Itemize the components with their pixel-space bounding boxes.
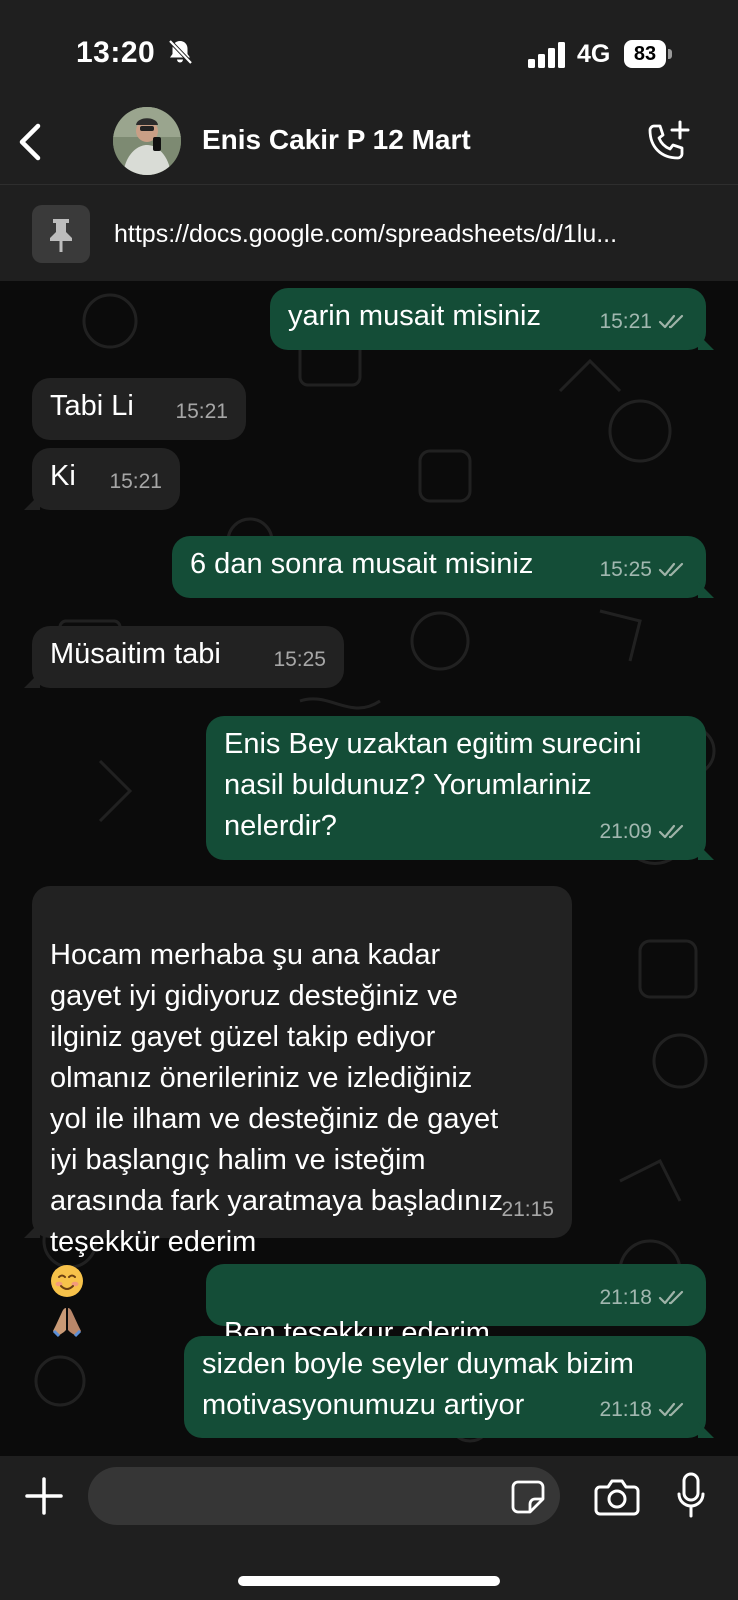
message-text: Ki bbox=[50, 460, 76, 492]
message-text: 6 dan sonra musait misiniz bbox=[190, 548, 534, 580]
read-ticks-icon bbox=[658, 314, 684, 328]
message-time: 15:25 bbox=[599, 558, 652, 581]
chevron-left-icon[interactable] bbox=[16, 122, 46, 162]
camera-icon[interactable] bbox=[594, 1478, 640, 1516]
message-bubble-incoming[interactable]: Ki 15:21 bbox=[24, 448, 180, 510]
message-bubble-incoming[interactable]: Müsaitim tabi 15:25 bbox=[24, 626, 344, 688]
message-meta: 21:15 bbox=[501, 1189, 554, 1230]
message-meta: 21:09 bbox=[599, 811, 688, 852]
network-type: 4G bbox=[577, 40, 611, 68]
microphone-icon[interactable] bbox=[676, 1472, 706, 1518]
message-text: yarin musait misiniz bbox=[288, 300, 541, 332]
message-time: 21:09 bbox=[599, 820, 652, 843]
message-bubble-outgoing[interactable]: yarin musait misiniz 15:21 bbox=[270, 288, 714, 350]
message-meta: 15:25 bbox=[599, 549, 688, 590]
silent-bell-icon bbox=[168, 39, 193, 65]
message-meta: 15:21 bbox=[109, 461, 162, 502]
message-time: 15:21 bbox=[175, 400, 228, 423]
pinned-message-text[interactable]: https://docs.google.com/spreadsheets/d/1… bbox=[114, 220, 704, 249]
message-meta: 21:18 bbox=[599, 1277, 688, 1318]
message-bubble-outgoing[interactable]: Enis Bey uzaktan egitim surecini nasil b… bbox=[206, 716, 714, 860]
message-text: Müsaitim tabi bbox=[50, 638, 221, 670]
read-ticks-icon bbox=[658, 562, 684, 576]
message-meta: 15:21 bbox=[175, 391, 228, 432]
contact-name[interactable]: Enis Cakir P 12 Mart bbox=[202, 124, 471, 156]
message-time: 21:18 bbox=[599, 1398, 652, 1421]
message-bubble-outgoing[interactable]: Ben tesekkur ederim 21:18 bbox=[206, 1264, 706, 1388]
message-time: 15:21 bbox=[109, 470, 162, 493]
message-text: Tabi Li bbox=[50, 390, 134, 422]
message-bubble-outgoing[interactable]: 6 dan sonra musait misiniz 15:25 bbox=[172, 536, 714, 598]
cellular-signal-icon bbox=[528, 42, 565, 68]
battery-indicator: 83 bbox=[624, 40, 666, 68]
avatar-photo bbox=[113, 107, 181, 175]
message-bubble-outgoing[interactable]: sizden boyle seyler duymak bizim motivas… bbox=[184, 1336, 714, 1438]
message-input[interactable] bbox=[88, 1467, 560, 1525]
plus-icon[interactable] bbox=[24, 1476, 64, 1516]
message-time: 15:25 bbox=[273, 648, 326, 671]
message-meta: 15:21 bbox=[599, 301, 688, 342]
message-meta: 15:25 bbox=[273, 639, 326, 680]
sticker-icon[interactable] bbox=[510, 1479, 546, 1515]
pin-icon bbox=[50, 219, 72, 252]
message-time: 21:15 bbox=[501, 1198, 554, 1221]
message-text: Enis Bey uzaktan egitim surecini nasil b… bbox=[224, 728, 642, 842]
message-time: 15:21 bbox=[599, 310, 652, 333]
read-ticks-icon bbox=[658, 1402, 684, 1416]
message-body: Hocam merhaba şu ana kadar gayet iyi gid… bbox=[50, 939, 503, 1258]
pin-icon-box bbox=[32, 205, 90, 263]
avatar[interactable] bbox=[113, 107, 181, 175]
battery-tip bbox=[668, 49, 672, 59]
home-indicator[interactable] bbox=[238, 1576, 500, 1586]
message-bubble-incoming[interactable]: Hocam merhaba şu ana kadar gayet iyi gid… bbox=[24, 886, 572, 1338]
message-meta: 21:18 bbox=[599, 1389, 688, 1430]
read-ticks-icon bbox=[658, 1290, 684, 1304]
message-text: sizden boyle seyler duymak bizim motivas… bbox=[202, 1348, 634, 1421]
video-call-add-icon[interactable] bbox=[644, 120, 690, 164]
read-ticks-icon bbox=[658, 824, 684, 838]
message-bubble-incoming[interactable]: Tabi Li 15:21 bbox=[32, 378, 246, 440]
message-time: 21:18 bbox=[599, 1286, 652, 1309]
status-time: 13:20 bbox=[76, 36, 156, 69]
smiling-face-emoji-icon bbox=[51, 1265, 83, 1297]
folded-hands-emoji-icon bbox=[52, 1308, 82, 1338]
